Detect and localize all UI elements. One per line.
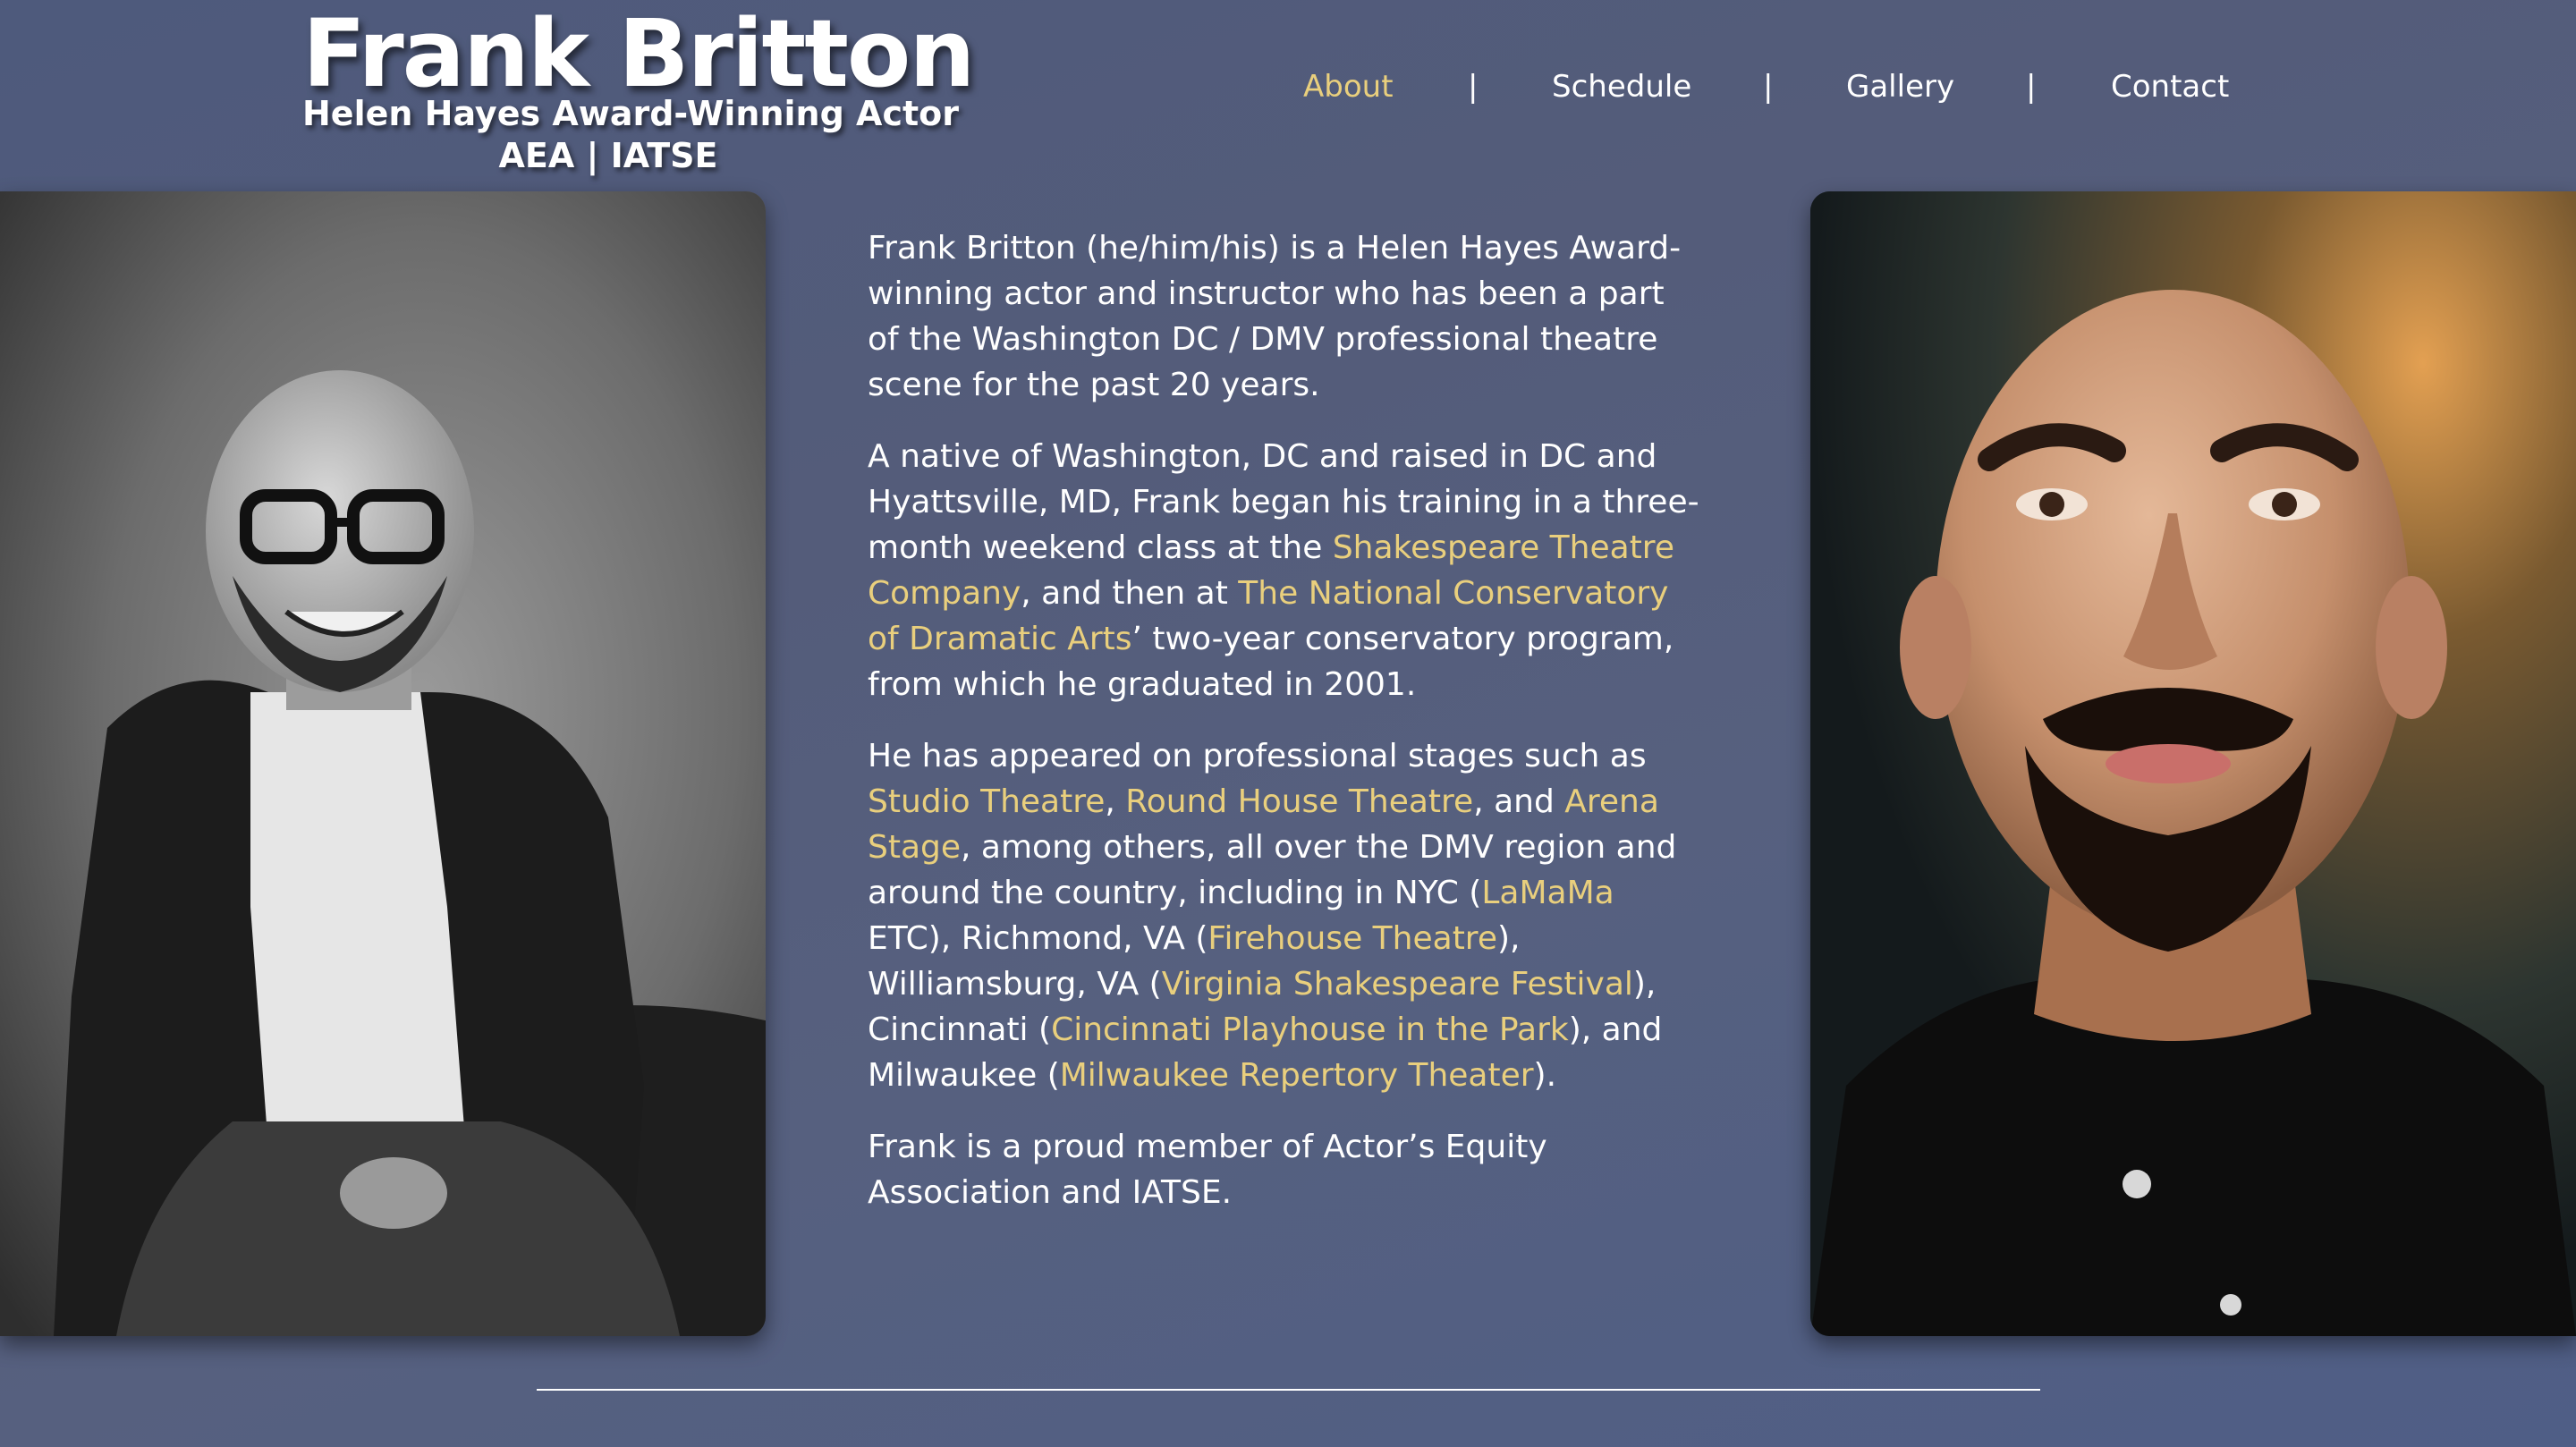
- tagline-unions: AEA | IATSE: [498, 136, 718, 175]
- headshot-photo-color: [1810, 191, 2576, 1336]
- nav-separator: |: [1763, 69, 1774, 105]
- nav-separator: |: [1468, 69, 1479, 105]
- portrait-photo-bw: [0, 191, 766, 1336]
- link-studio-theatre[interactable]: Studio Theatre: [868, 783, 1105, 820]
- link-cincinnati-playhouse[interactable]: Cincinnati Playhouse in the Park: [1051, 1011, 1569, 1048]
- bio-p1-text: Frank Britton (he/him/his) is a Helen Ha…: [868, 230, 1682, 403]
- site-title[interactable]: Frank Britton: [302, 4, 975, 104]
- link-round-house-theatre[interactable]: Round House Theatre: [1125, 783, 1473, 820]
- bio-paragraph-2: A native of Washington, DC and raised in…: [868, 438, 1699, 703]
- headshot-color-illustration: [1810, 191, 2576, 1336]
- portrait-bw-illustration: [0, 191, 766, 1336]
- bio-paragraph-3: He has appeared on professional stages s…: [868, 738, 1677, 1094]
- link-milwaukee-rep[interactable]: Milwaukee Repertory Theater: [1060, 1057, 1534, 1094]
- bio-text: Frank Britton (he/him/his) is a Helen Ha…: [868, 225, 1699, 1241]
- main-nav: About | Schedule | Gallery | Contact: [1252, 64, 2281, 109]
- bio-paragraph-4: Frank is a proud member of Actor’s Equit…: [868, 1124, 1699, 1215]
- nav-separator: |: [2026, 69, 2037, 105]
- link-firehouse-theatre[interactable]: Firehouse Theatre: [1208, 920, 1497, 957]
- link-virginia-shakespeare-festival[interactable]: Virginia Shakespeare Festival: [1162, 966, 1633, 1003]
- bio-p4-text: Frank is a proud member of Actor’s Equit…: [868, 1129, 1547, 1211]
- nav-schedule[interactable]: Schedule: [1552, 64, 1691, 109]
- link-lamama[interactable]: LaMaMa: [1481, 875, 1614, 911]
- nav-about[interactable]: About: [1303, 64, 1394, 109]
- nav-contact[interactable]: Contact: [2111, 64, 2229, 109]
- tagline-award: Helen Hayes Award-Winning Actor: [302, 94, 959, 133]
- bio-paragraph-1: Frank Britton (he/him/his) is a Helen Ha…: [868, 225, 1699, 408]
- footer-divider: [537, 1389, 2040, 1391]
- nav-gallery[interactable]: Gallery: [1846, 64, 1954, 109]
